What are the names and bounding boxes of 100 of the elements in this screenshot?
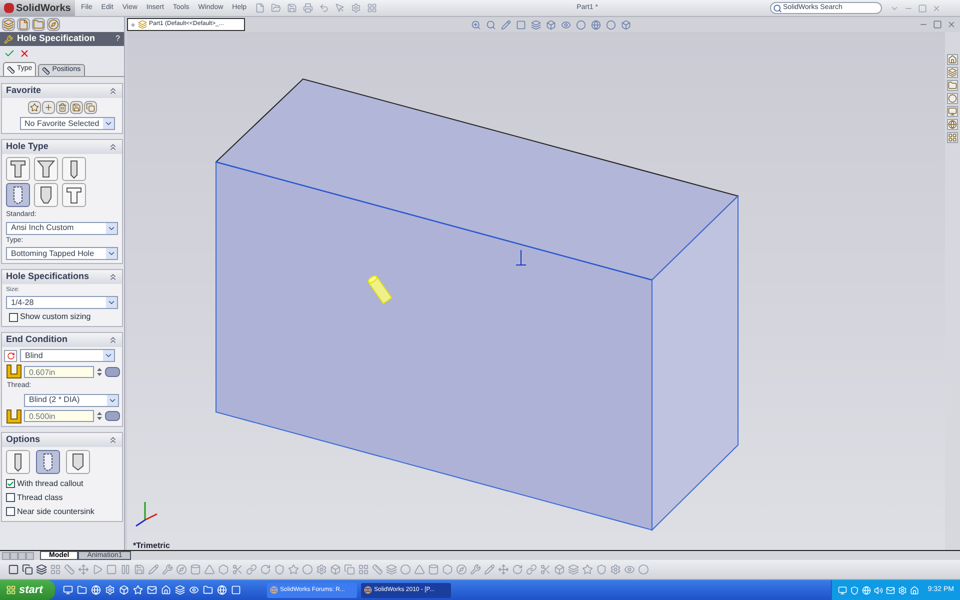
pencil-icon[interactable]: [501, 20, 511, 30]
dropdown[interactable]: No Favorite Selected: [20, 117, 114, 130]
compass-icon[interactable]: [176, 564, 187, 575]
eye-icon[interactable]: [561, 20, 571, 30]
folder-icon[interactable]: [33, 19, 44, 30]
checkbox[interactable]: [9, 312, 18, 322]
pencil-icon[interactable]: [484, 564, 495, 575]
globe-icon[interactable]: [948, 120, 957, 129]
hole-type-button[interactable]: [36, 450, 60, 474]
collapse-icon[interactable]: [108, 434, 118, 444]
copy-icon[interactable]: [22, 564, 33, 575]
compass-icon[interactable]: [48, 19, 59, 30]
cylinder-icon[interactable]: [428, 564, 439, 575]
depth-field[interactable]: 0.607in: [24, 366, 94, 378]
collapse-icon[interactable]: [108, 335, 118, 345]
save-icon[interactable]: [72, 103, 80, 112]
dropdown[interactable]: Blind (2 * DIA): [24, 394, 119, 406]
star-icon[interactable]: [30, 103, 38, 112]
speaker-icon[interactable]: [874, 586, 883, 594]
box-model[interactable]: [215, 78, 739, 532]
cube-icon[interactable]: [546, 20, 556, 30]
hole-type-button[interactable]: [62, 183, 86, 207]
pause-icon[interactable]: [120, 564, 131, 575]
mail-icon[interactable]: [147, 585, 157, 595]
hexagon-icon[interactable]: [218, 564, 229, 575]
open-folder-icon[interactable]: [270, 3, 281, 13]
scissors-icon[interactable]: [232, 564, 243, 575]
circle-icon[interactable]: [606, 20, 616, 30]
hole-type-button[interactable]: [34, 183, 58, 207]
shield-icon[interactable]: [274, 564, 285, 575]
layers-icon[interactable]: [175, 585, 185, 595]
ok-icon[interactable]: [4, 48, 15, 58]
collapse-icon[interactable]: [108, 86, 118, 96]
hexagon-icon[interactable]: [442, 564, 453, 575]
circle-icon[interactable]: [576, 20, 586, 30]
cancel-icon[interactable]: [19, 48, 30, 58]
undo-icon[interactable]: [318, 3, 329, 13]
home-icon[interactable]: [948, 55, 957, 64]
depth-field[interactable]: 0.500in: [24, 410, 94, 422]
circle-icon[interactable]: [638, 564, 649, 575]
search-icon[interactable]: [772, 4, 782, 12]
wrench-icon[interactable]: [162, 564, 173, 575]
pointer-icon[interactable]: [334, 3, 345, 13]
star-icon[interactable]: [288, 564, 299, 575]
monitor-icon[interactable]: [63, 585, 73, 595]
collapse-icon[interactable]: [108, 142, 118, 152]
square-icon[interactable]: [8, 564, 19, 575]
plus-icon[interactable]: [44, 103, 52, 112]
cylinder-icon[interactable]: [190, 564, 201, 575]
new-document-icon[interactable]: [254, 3, 265, 13]
printer-icon[interactable]: [302, 3, 313, 13]
grid-icon[interactable]: [366, 3, 377, 13]
ruler-icon[interactable]: [64, 564, 75, 575]
monitor-icon[interactable]: [838, 586, 847, 594]
save-icon[interactable]: [134, 564, 145, 575]
play-icon[interactable]: [92, 564, 103, 575]
folder-icon[interactable]: [948, 81, 957, 90]
reverse-direction-button[interactable]: [4, 350, 17, 362]
document-icon[interactable]: [18, 19, 29, 30]
move-icon[interactable]: [498, 564, 509, 575]
spin-icon[interactable]: [96, 410, 103, 422]
layers-icon[interactable]: [36, 564, 47, 575]
help-button[interactable]: ?: [116, 33, 120, 45]
move-icon[interactable]: [78, 564, 89, 575]
save-icon[interactable]: [286, 3, 297, 13]
collapse-icon[interactable]: [108, 272, 118, 282]
dropdown[interactable]: Bottoming Tapped Hole: [6, 247, 118, 260]
hole-type-button[interactable]: [34, 157, 58, 181]
link-icon[interactable]: [526, 564, 537, 575]
pencil-icon[interactable]: [148, 564, 159, 575]
grid-icon[interactable]: [948, 133, 957, 142]
measure-button[interactable]: [105, 411, 120, 421]
close-icon[interactable]: [947, 20, 956, 29]
circle-icon[interactable]: [400, 564, 411, 575]
checkbox[interactable]: [6, 479, 15, 488]
dropdown[interactable]: 1/4-28: [6, 296, 118, 309]
cube-icon[interactable]: [621, 20, 631, 30]
globe-icon[interactable]: [591, 20, 601, 30]
circle-icon[interactable]: [948, 94, 957, 103]
circle-icon[interactable]: [302, 564, 313, 575]
link-icon[interactable]: [246, 564, 257, 575]
close-icon[interactable]: [932, 4, 941, 12]
stop-icon[interactable]: [106, 564, 117, 575]
delete-icon[interactable]: [58, 103, 66, 112]
copy-icon[interactable]: [86, 103, 94, 112]
dropdown[interactable]: Ansi Inch Custom: [6, 222, 118, 234]
hole-type-button[interactable]: [66, 450, 90, 474]
spin-icon[interactable]: [96, 366, 103, 378]
hole-type-button[interactable]: [6, 183, 30, 207]
graphics-viewport[interactable]: *Trimetric: [127, 32, 945, 550]
measure-button[interactable]: [105, 366, 120, 376]
hole-type-button[interactable]: [6, 450, 30, 474]
triangle-icon[interactable]: [414, 564, 425, 575]
layers-icon[interactable]: [948, 68, 957, 77]
compass-icon[interactable]: [456, 564, 467, 575]
zoom-icon[interactable]: [471, 20, 481, 30]
hole-type-button[interactable]: [62, 157, 86, 181]
dropdown[interactable]: Blind: [20, 349, 115, 362]
grid-icon[interactable]: [358, 564, 369, 575]
ruler-icon[interactable]: [372, 564, 383, 575]
